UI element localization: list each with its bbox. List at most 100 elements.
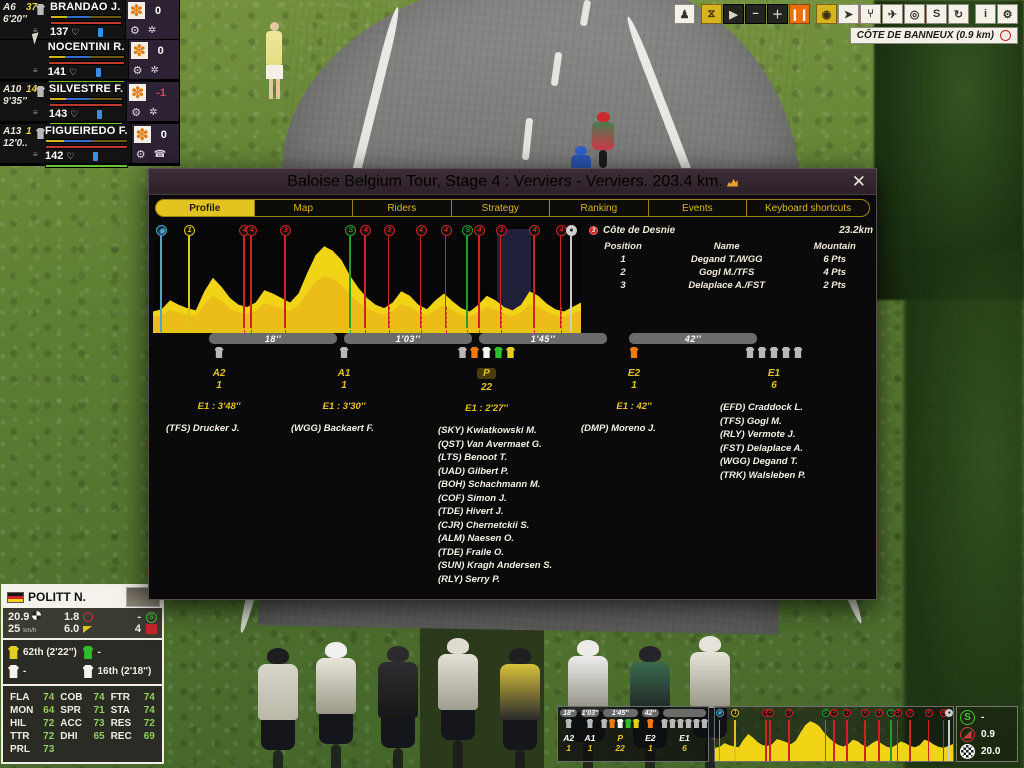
- race-group[interactable]: A2 1 E1 : 3'48'' (TFS) Drucker J.: [154, 347, 284, 436]
- tab-profile[interactable]: Profile: [155, 199, 254, 217]
- camera-helicopter-icon[interactable]: ✈: [882, 4, 903, 24]
- rider-row[interactable]: A13 1 12'0.. ≡ FIGUEIREDO F. 142 ♡ ✽ 0 ⚙ ☎: [0, 124, 179, 168]
- skill-key: RES: [110, 718, 132, 729]
- rider-group[interactable]: A10 14 9'35'' ≡ SILVESTRE F. 143 ♡ ✽ -1 ⚙ ✲: [0, 82, 179, 126]
- rotate-icon[interactable]: ↻: [948, 4, 969, 24]
- rider-row-main[interactable]: NOCENTINI R. 141 ♡: [44, 40, 128, 84]
- menu-icon[interactable]: ≡: [33, 151, 38, 159]
- attack-icon[interactable]: ✽: [129, 84, 147, 102]
- mini-group-count: 6: [682, 743, 687, 753]
- race-group[interactable]: E1 6 (EFD) Craddock L. (TFS) Gogl M. (RLY) V…: [694, 347, 854, 482]
- dialog-tabs[interactable]: Profile Map Riders Strategy Ranking Events Key…: [149, 195, 876, 217]
- race-group[interactable]: A1 1 E1 : 3'30'' (WGG) Backaert F.: [279, 347, 409, 436]
- rider-row-main[interactable]: BRANDAO J. 137 ♡: [46, 0, 125, 44]
- stage-info-dialog[interactable]: Baloise Belgium Tour, Stage 4 : Verviers…: [148, 168, 877, 600]
- mini-group[interactable]: 1'45'' P 22: [600, 707, 640, 761]
- attack-icon[interactable]: ✽: [130, 42, 148, 60]
- cell-position: 2: [620, 267, 626, 278]
- bottle-icon[interactable]: [93, 151, 99, 161]
- mini-marker-stem: [896, 720, 899, 761]
- gear-icon[interactable]: ⚙: [130, 24, 140, 37]
- marker-ground-dash: [189, 307, 191, 333]
- rider-row-actions[interactable]: ✽ 0 ⚙ ✲: [127, 40, 179, 79]
- mini-group[interactable]: 18'' A2 1: [558, 707, 579, 761]
- attack-icon[interactable]: ✽: [133, 126, 151, 144]
- gear-icon[interactable]: ⚙: [131, 106, 141, 119]
- tab-events[interactable]: Events: [647, 199, 747, 217]
- rider-row-actions[interactable]: ✽ 0 ⚙ ✲: [125, 0, 179, 39]
- rider-row-main[interactable]: SILVESTRE F. 143 ♡: [45, 82, 126, 126]
- rider-row[interactable]: ≡ NOCENTINI R. 141 ♡ ✽ 0 ⚙ ✲: [0, 40, 179, 84]
- jersey-grey-icon: [36, 4, 45, 15]
- attack-icon[interactable]: ✽: [128, 2, 145, 20]
- gear-icon[interactable]: ⚙: [997, 4, 1018, 24]
- bottle-icon[interactable]: [98, 27, 104, 37]
- group-rider: (WGG) Degand T.: [720, 456, 798, 467]
- rider-profile-icon[interactable]: ♟: [674, 4, 695, 24]
- pause-icon[interactable]: ❙❙: [789, 4, 810, 24]
- tab-keyboard-shortcuts[interactable]: Keyboard shortcuts: [746, 199, 870, 217]
- play-icon[interactable]: ▶: [723, 4, 744, 24]
- radio-icon[interactable]: ☎: [154, 149, 166, 160]
- tab-ranking[interactable]: Ranking: [549, 199, 648, 217]
- close-icon[interactable]: ✕: [852, 172, 866, 191]
- s-key-icon[interactable]: S: [926, 4, 947, 24]
- hourglass-icon[interactable]: ⧖: [701, 4, 722, 24]
- gear-icon[interactable]: ⚙: [136, 148, 146, 161]
- rider-row-actions[interactable]: ✽ 0 ⚙ ☎: [130, 124, 179, 163]
- rider-stack-panel[interactable]: A6 37 6'20'' ≡ BRANDAO J. 137 ♡ ✽ 0 ⚙ ✲ ≡ NOCENTINI …: [0, 0, 180, 168]
- info-icon[interactable]: i: [975, 4, 996, 24]
- jersey-rank-value: 62th (2'22''): [23, 647, 77, 658]
- race-group[interactable]: P 22 E1 : 2'27'' (SKY) Kwiatkowski M. (QST) …: [404, 347, 569, 586]
- mini-profile-markers: ◉1443S4344S4344●: [715, 707, 953, 761]
- mini-group[interactable]: 42'' E2 1: [640, 707, 661, 761]
- tab-strategy[interactable]: Strategy: [450, 199, 550, 217]
- selected-rider-panel[interactable]: POLITT N. 20.9 1.8 - S 25 km/h 6.0 4 62t…: [1, 584, 164, 764]
- rider-row[interactable]: A6 37 6'20'' ≡ BRANDAO J. 137 ♡ ✽ 0 ⚙ ✲: [0, 0, 179, 44]
- race-groups-timeline[interactable]: 18'' 1'03'' 1'45'' 42'' A2 1 E1 : 3'48'' (TFS) …: [149, 333, 876, 599]
- mini-marker-stem: [909, 720, 911, 761]
- top-toolbar[interactable]: ♟ ⧖ ▶ − ＋ ❙❙ ◉ ➤ ⑂ ✈ ◎ S ↻ i ⚙: [674, 4, 1018, 24]
- target-icon[interactable]: ✲: [149, 107, 157, 118]
- tab-riders[interactable]: Riders: [352, 199, 451, 217]
- camera-front-icon[interactable]: ⑂: [860, 4, 881, 24]
- jersey-grey-icon: [339, 347, 349, 358]
- rider-row-actions[interactable]: ✽ -1 ⚙ ✲: [126, 82, 179, 121]
- group-rider: (LTS) Benoot T.: [438, 452, 508, 463]
- group-count: 1: [26, 126, 32, 137]
- gear-icon[interactable]: ⚙: [133, 64, 143, 77]
- bottle-icon[interactable]: [96, 67, 102, 77]
- camera-side-icon[interactable]: ➤: [838, 4, 859, 24]
- target-icon[interactable]: ✲: [151, 65, 159, 76]
- group-rider: (TRK) Walsleben P.: [720, 469, 806, 481]
- menu-icon[interactable]: ≡: [33, 109, 38, 117]
- menu-icon[interactable]: ≡: [33, 67, 38, 75]
- rider-group[interactable]: A13 1 12'0.. ≡ FIGUEIREDO F. 142 ♡ ✽ 0 ⚙ ☎: [0, 124, 179, 168]
- rider-row[interactable]: A10 14 9'35'' ≡ SILVESTRE F. 143 ♡ ✽ -1 ⚙ ✲: [0, 82, 179, 126]
- table-row: 2 Gogl M./TFS 4 Pts: [589, 266, 873, 279]
- mini-group[interactable]: E1 6: [660, 707, 708, 761]
- mountain-category-icon: 3: [589, 226, 598, 235]
- race-group[interactable]: E2 1 E1 : 42'' (DMP) Moreno J.: [569, 347, 699, 436]
- mini-profile-panel[interactable]: ◉1443S4344S4344●: [714, 706, 954, 762]
- tab-map[interactable]: Map: [253, 199, 353, 217]
- jersey-grey-icon: [458, 347, 467, 358]
- rider-row-main[interactable]: FIGUEIREDO F. 142 ♡: [41, 124, 131, 168]
- target-icon[interactable]: ✲: [148, 25, 156, 36]
- camera-wheel-icon[interactable]: ◎: [904, 4, 925, 24]
- skill-value: 73: [93, 718, 105, 729]
- cell-name: Delaplace A./FST: [688, 280, 766, 291]
- eye-icon[interactable]: ◉: [816, 4, 837, 24]
- marker-ground-dash: [350, 307, 352, 333]
- bottle-icon[interactable]: [97, 109, 103, 119]
- mini-group[interactable]: 1'03'' A1 1: [579, 707, 600, 761]
- table-header-row: Position Name Mountain: [589, 240, 873, 253]
- speed-up-icon[interactable]: ＋: [767, 4, 788, 24]
- rider-group[interactable]: A6 37 6'20'' ≡ BRANDAO J. 137 ♡ ✽ 0 ⚙ ✲ ≡ NOCENTINI …: [0, 0, 179, 84]
- mini-groups-panel[interactable]: 18'' A2 1 1'03'' A1 1 1'45'' P 22 42'' E2 1 E1 6: [557, 706, 709, 762]
- skill-row: REC 69: [108, 730, 158, 743]
- skill-value: 65: [93, 731, 105, 742]
- stage-profile-chart[interactable]: ◉ 1 4 4 3 S 4 3 4 4 S 4 3 4 4 ●: [153, 225, 581, 333]
- mini-marker-stem: [765, 720, 767, 761]
- speed-down-icon[interactable]: −: [745, 4, 766, 24]
